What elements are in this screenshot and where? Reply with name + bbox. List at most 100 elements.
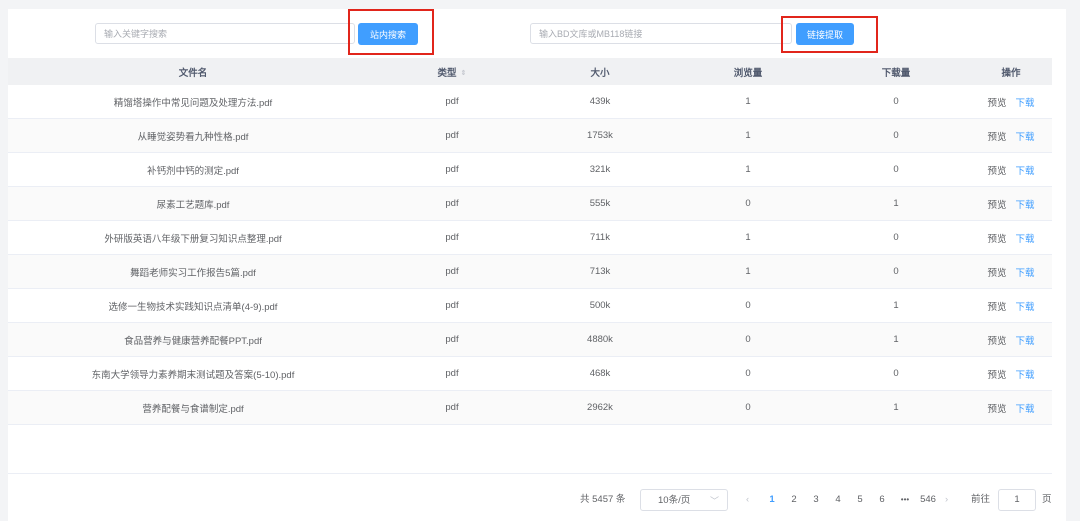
download-link[interactable]: 下载 [1016,98,1035,109]
cell-actions: 预览 下载 [970,95,1052,109]
cell-type: pdf [445,232,459,243]
cell-type: pdf [445,96,459,107]
page-6[interactable]: 6 [875,489,889,511]
table-row: 食品营养与健康营养配餐PPT.pdf pdf 4880k 0 1 预览 下载 [8,323,1052,357]
keyword-search-input[interactable] [95,23,355,44]
cell-size: 439k [589,96,611,107]
cell-actions: 预览 下载 [970,401,1052,415]
cell-actions: 预览 下载 [970,163,1052,177]
preview-link[interactable]: 预览 [987,302,1006,313]
download-link[interactable]: 下载 [1016,370,1035,381]
download-link[interactable]: 下载 [1016,268,1035,279]
cell-downloads: 0 [893,164,899,175]
cell-file-name: 从睡觉姿势看九种性格.pdf [137,131,249,143]
cell-views: 1 [745,266,751,277]
header-type[interactable]: 类型 ⇕ [378,65,526,79]
table-header: 文件名 类型 ⇕ 大小 浏览量 下载量 操作 [8,58,1052,85]
download-link[interactable]: 下载 [1016,336,1035,347]
table-row: 选修一生物技术实践知识点清单(4-9).pdf pdf 500k 0 1 预览 下载 [8,289,1052,323]
cell-views: 1 [745,130,751,141]
cell-downloads: 0 [893,266,899,277]
cell-type: pdf [445,130,459,141]
cell-file-name: 食品营养与健康营养配餐PPT.pdf [124,335,262,347]
more-pages-icon[interactable]: ••• [896,489,914,511]
cell-file-name: 尿素工艺题库.pdf [156,199,230,211]
link-extract-button[interactable]: 链接提取 [796,23,854,45]
table-row: 外研版英语八年级下册复习知识点整理.pdf pdf 711k 1 0 预览 下载 [8,221,1052,255]
cell-views: 0 [745,334,751,345]
header-views: 浏览量 [733,67,763,79]
page-5[interactable]: 5 [853,489,867,511]
cell-downloads: 1 [893,300,899,311]
download-link[interactable]: 下载 [1016,234,1035,245]
download-link[interactable]: 下载 [1016,166,1035,177]
download-link[interactable]: 下载 [1016,302,1035,313]
download-link[interactable]: 下载 [1016,132,1035,143]
page-size-select[interactable]: 10条/页 ﹀ [640,489,728,511]
cell-downloads: 0 [893,130,899,141]
goto-label: 前往 [971,494,991,505]
cell-views: 0 [745,402,751,413]
page-size-value: 10条/页 [658,495,691,506]
goto-page-input[interactable] [998,489,1036,511]
cell-type: pdf [445,198,459,209]
preview-link[interactable]: 预览 [987,98,1006,109]
header-type-label: 类型 [437,67,457,79]
cell-actions: 预览 下载 [970,367,1052,381]
page-last[interactable]: 546 [917,489,939,511]
preview-link[interactable]: 预览 [987,336,1006,347]
cell-size: 468k [589,368,611,379]
table-row: 营养配餐与食谱制定.pdf pdf 2962k 0 1 预览 下载 [8,391,1052,425]
cell-size: 500k [589,300,611,311]
preview-link[interactable]: 预览 [987,132,1006,143]
next-page-icon[interactable]: › [945,489,948,511]
preview-link[interactable]: 预览 [987,404,1006,415]
cell-type: pdf [445,300,459,311]
cell-type: pdf [445,266,459,277]
cell-size: 4880k [587,334,613,345]
cell-type: pdf [445,164,459,175]
preview-link[interactable]: 预览 [987,234,1006,245]
page-3[interactable]: 3 [809,489,823,511]
table-body: 精馏塔操作中常见问题及处理方法.pdf pdf 439k 1 0 预览 下载 从睡觉姿势看九种… [8,85,1052,425]
cell-views: 0 [745,368,751,379]
download-link[interactable]: 下载 [1016,404,1035,415]
pagination: 共 5457 条 10条/页 ﹀ ‹ 1 2 3 4 5 6 ••• 546 ›… [8,489,1066,511]
cell-size: 713k [589,266,611,277]
table-bottom-divider [8,473,1052,474]
prev-page-icon[interactable]: ‹ [746,489,749,511]
table-row: 从睡觉姿势看九种性格.pdf pdf 1753k 1 0 预览 下载 [8,119,1052,153]
cell-file-name: 精馏塔操作中常见问题及处理方法.pdf [113,97,273,109]
cell-type: pdf [445,334,459,345]
cell-actions: 预览 下载 [970,265,1052,279]
header-size: 大小 [590,67,610,79]
cell-downloads: 1 [893,334,899,345]
goto-unit-label: 页 [1042,494,1052,505]
cell-type: pdf [445,402,459,413]
cell-size: 1753k [587,130,613,141]
page-1[interactable]: 1 [765,489,779,511]
page-4[interactable]: 4 [831,489,845,511]
cell-actions: 预览 下载 [970,197,1052,211]
sort-icon[interactable]: ⇕ [461,69,467,77]
cell-views: 1 [745,164,751,175]
cell-downloads: 0 [893,96,899,107]
preview-link[interactable]: 预览 [987,166,1006,177]
download-link[interactable]: 下载 [1016,200,1035,211]
page-2[interactable]: 2 [787,489,801,511]
cell-views: 1 [745,232,751,243]
cell-size: 2962k [587,402,613,413]
chevron-down-icon: ﹀ [709,496,719,506]
preview-link[interactable]: 预览 [987,200,1006,211]
table-row: 精馏塔操作中常见问题及处理方法.pdf pdf 439k 1 0 预览 下载 [8,85,1052,119]
table-row: 舞蹈老师实习工作报告5篇.pdf pdf 713k 1 0 预览 下载 [8,255,1052,289]
site-search-button[interactable]: 站内搜索 [358,23,418,45]
cell-actions: 预览 下载 [970,333,1052,347]
preview-link[interactable]: 预览 [987,370,1006,381]
cell-views: 1 [745,96,751,107]
link-input[interactable] [530,23,792,44]
cell-views: 0 [745,198,751,209]
preview-link[interactable]: 预览 [987,268,1006,279]
header-actions: 操作 [1001,67,1021,79]
table-row: 尿素工艺题库.pdf pdf 555k 0 1 预览 下载 [8,187,1052,221]
